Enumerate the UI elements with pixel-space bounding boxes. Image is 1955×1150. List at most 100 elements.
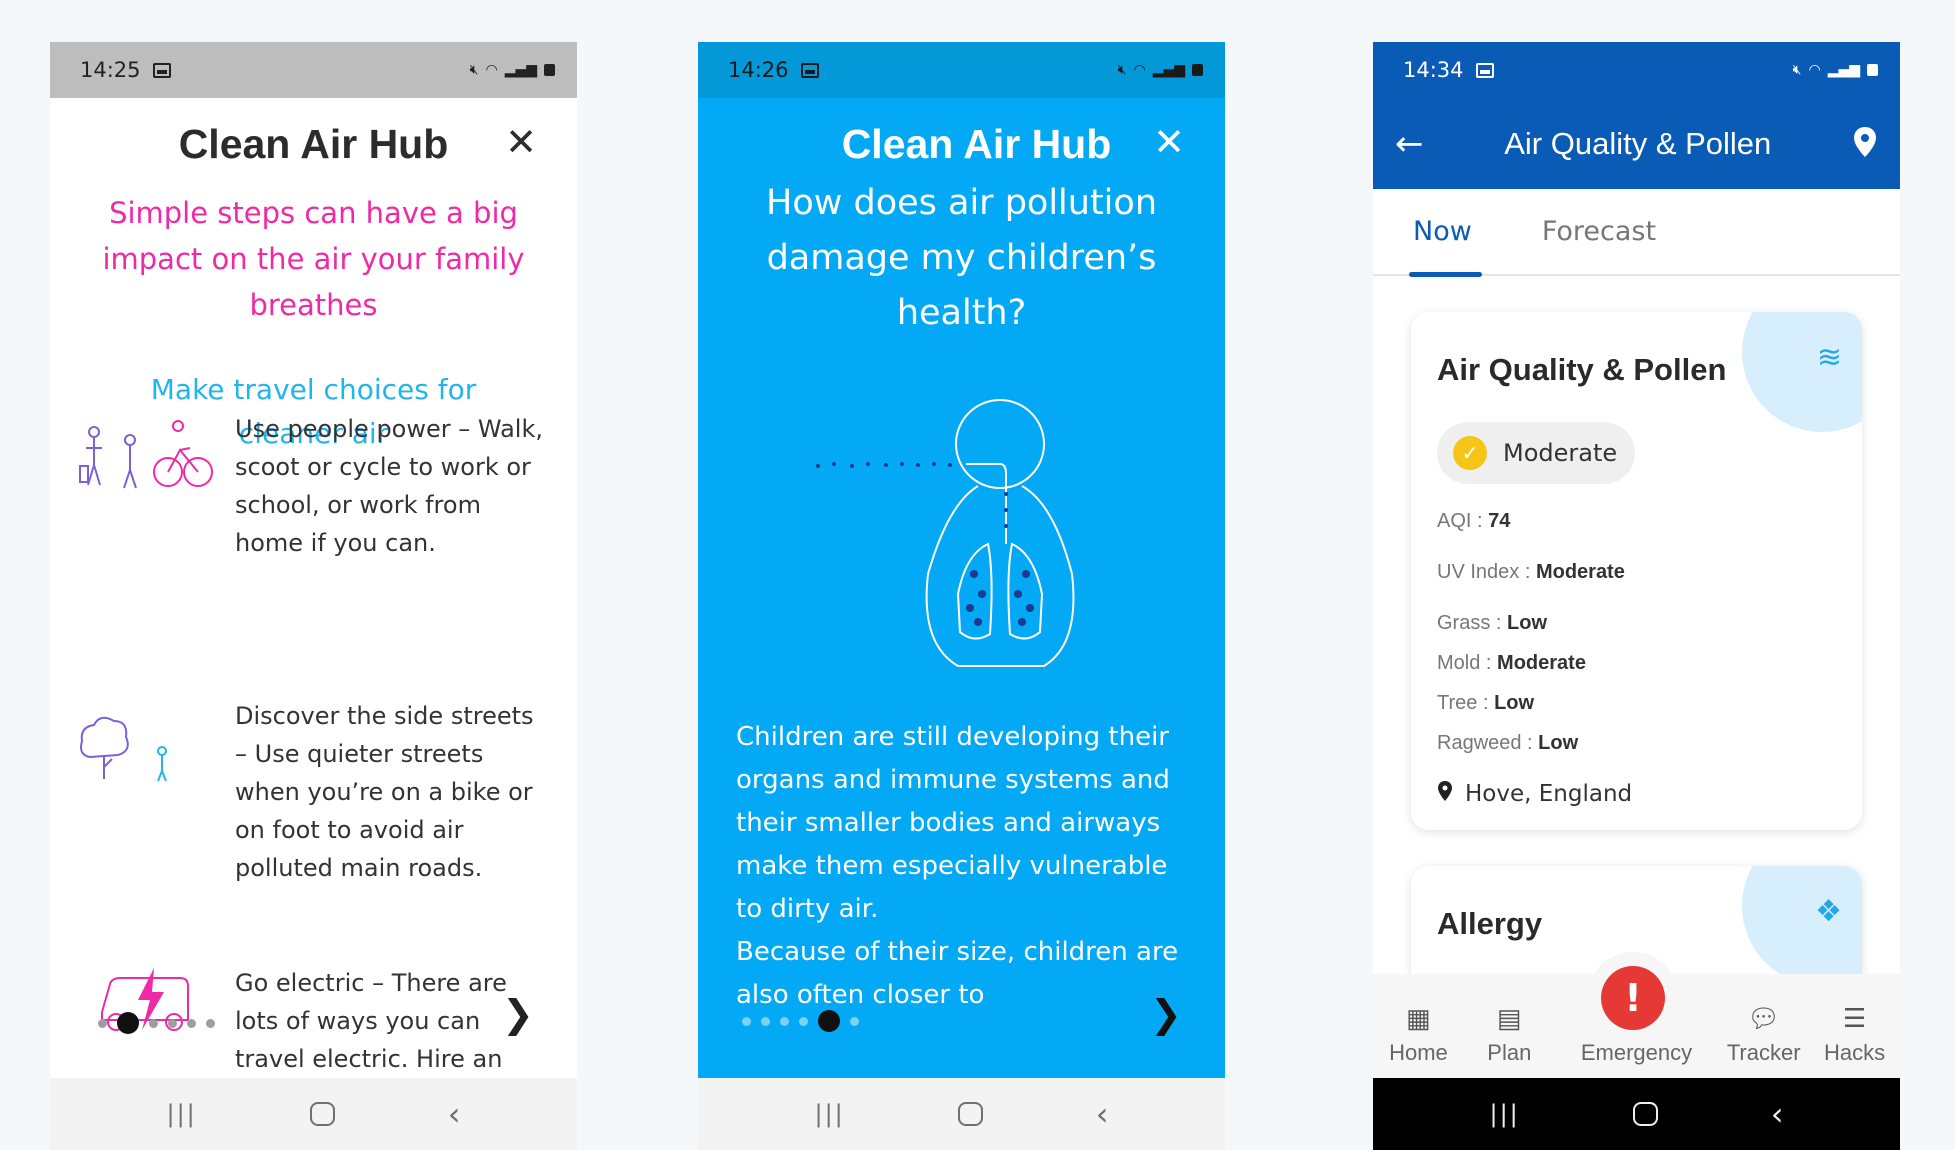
carousel-dot[interactable]: [206, 1018, 215, 1028]
carousel-dot[interactable]: [168, 1018, 177, 1028]
gallery-notification-icon: [800, 62, 819, 78]
clipboard-icon: ▤: [1497, 1003, 1522, 1033]
android-nav-bar: ||| ‹: [50, 1078, 577, 1150]
nav-label: Plan: [1487, 1040, 1532, 1065]
tree-value: Low: [1494, 692, 1535, 714]
ragweed-row: Ragweed : Low: [1437, 732, 1578, 755]
back-chevron-icon[interactable]: ‹: [1096, 1095, 1109, 1133]
carousel-dots: [98, 1012, 215, 1034]
headline: Simple steps can have a big impact on th…: [102, 196, 525, 322]
ragweed-value: Low: [1538, 732, 1579, 754]
close-icon[interactable]: ✕: [1153, 120, 1185, 164]
body-text: Children are still developing their orga…: [736, 716, 1185, 1017]
wind-particles-icon: ≋: [1816, 340, 1842, 375]
android-nav-bar: ||| ‹: [1373, 1078, 1900, 1150]
home-grid-icon: ▦: [1406, 1003, 1431, 1033]
carousel-dot[interactable]: [742, 1016, 751, 1026]
carousel-dot[interactable]: [780, 1016, 789, 1026]
gallery-notification-icon: [152, 62, 171, 78]
nav-item-tracker[interactable]: 💬︎ Tracker: [1718, 974, 1809, 1078]
phone-screen-air-quality: 14:34 🔇︎ ◠ ▂▄▆ ← Air Quality & Pollen No…: [1373, 42, 1900, 1150]
gallery-notification-icon: [1475, 62, 1494, 78]
nav-label: Home: [1389, 1040, 1448, 1065]
card-corner-decoration: [1742, 866, 1862, 986]
tip-item: Discover the side streets – Use quieter …: [50, 697, 577, 887]
home-button-icon[interactable]: [1632, 1102, 1658, 1126]
carousel-dot[interactable]: [187, 1018, 196, 1028]
wifi-icon: ◠: [1808, 62, 1821, 78]
aqi-label: AQI :: [1437, 510, 1489, 532]
recents-icon[interactable]: |||: [814, 1100, 844, 1128]
wifi-icon: ◠: [485, 62, 498, 78]
battery-icon: [1867, 64, 1878, 76]
home-button-icon[interactable]: [957, 1102, 983, 1126]
phone-screen-clean-air-hub-tips: 14:25 🔇︎ ◠ ▂▄▆ Clean Air Hub ✕ Simple st…: [50, 42, 577, 1150]
emergency-alert-button[interactable]: !: [1601, 966, 1665, 1030]
tab-forecast[interactable]: Forecast: [1542, 188, 1656, 275]
tip-item: Use people power – Walk, scoot or cycle …: [50, 410, 577, 562]
mute-icon: 🔇︎: [469, 62, 479, 78]
carousel-dot[interactable]: [850, 1016, 859, 1026]
status-time: 14:25: [80, 58, 141, 82]
question-heading: How does air pollution damage my childre…: [766, 183, 1157, 333]
tree-row: Tree : Low: [1437, 692, 1534, 715]
status-bar: 14:25 🔇︎ ◠ ▂▄▆: [50, 42, 577, 98]
location-row: Hove, England: [1437, 780, 1632, 808]
battery-icon: [1192, 64, 1203, 76]
carousel-dot[interactable]: [149, 1018, 158, 1028]
hub-header: Clean Air Hub ✕: [50, 98, 577, 190]
page-title: Clean Air Hub: [178, 120, 449, 167]
signal-icon: ▂▄▆: [1152, 62, 1185, 78]
status-badge-label: Moderate: [1503, 439, 1618, 467]
location-pin-icon[interactable]: [1852, 126, 1878, 162]
next-arrow-icon[interactable]: ❯: [502, 992, 534, 1036]
next-arrow-icon[interactable]: ❯: [1150, 992, 1182, 1036]
carousel-dot[interactable]: [799, 1016, 808, 1026]
back-chevron-icon[interactable]: ‹: [448, 1095, 461, 1133]
carousel-dot[interactable]: [98, 1018, 107, 1028]
tree-label: Tree :: [1437, 692, 1495, 714]
uv-label: UV Index :: [1437, 561, 1536, 583]
nav-item-plan[interactable]: ▤ Plan: [1464, 974, 1555, 1078]
location-pin-icon: [1437, 780, 1453, 808]
tip-text: Discover the side streets – Use quieter …: [235, 702, 534, 882]
android-nav-bar: ||| ‹: [698, 1078, 1225, 1150]
tip-text: Use people power – Walk, scoot or cycle …: [235, 415, 543, 557]
app-header: ← Air Quality & Pollen: [1373, 98, 1900, 189]
back-chevron-icon[interactable]: ‹: [1771, 1095, 1784, 1133]
mold-label: Mold :: [1437, 652, 1498, 674]
carousel-dot[interactable]: [761, 1016, 770, 1026]
mute-icon: 🔇︎: [1792, 62, 1802, 78]
check-icon: ✓: [1453, 436, 1487, 470]
nav-label: Tracker: [1726, 1040, 1801, 1065]
back-arrow-icon[interactable]: ←: [1395, 124, 1424, 164]
body-paragraph: Children are still developing their orga…: [736, 722, 1170, 924]
page-title: Clean Air Hub: [841, 120, 1112, 167]
air-quality-card[interactable]: ≋ Air Quality & Pollen ✓ Moderate AQI : …: [1411, 312, 1862, 830]
recents-icon[interactable]: |||: [166, 1100, 196, 1128]
mold-row: Mold : Moderate: [1437, 652, 1586, 675]
status-time: 14:34: [1403, 58, 1464, 82]
carousel-dots: [742, 1010, 859, 1032]
status-badge: ✓ Moderate: [1437, 422, 1636, 484]
wifi-icon: ◠: [1133, 62, 1146, 78]
battery-icon: [544, 64, 555, 76]
nav-item-hacks[interactable]: ☰ Hacks: [1809, 974, 1900, 1078]
recents-icon[interactable]: |||: [1489, 1100, 1519, 1128]
chat-icon: 💬︎: [1747, 1003, 1781, 1033]
nav-item-home[interactable]: ▦ Home: [1373, 974, 1464, 1078]
lungs-illustration: [798, 394, 1138, 688]
close-icon[interactable]: ✕: [505, 120, 537, 164]
home-button-icon[interactable]: [309, 1102, 335, 1126]
signal-icon: ▂▄▆: [504, 62, 537, 78]
trees-walking-icon: [50, 697, 235, 887]
nav-label: Hacks: [1823, 1040, 1886, 1065]
allergy-icon: ❖: [1815, 894, 1842, 929]
ragweed-label: Ragweed :: [1437, 732, 1539, 754]
carousel-dot-active[interactable]: [818, 1010, 840, 1032]
tab-now[interactable]: Now: [1409, 188, 1482, 277]
uv-row: UV Index : Moderate: [1437, 561, 1625, 584]
carousel-dot-active[interactable]: [117, 1012, 139, 1034]
mute-icon: 🔇︎: [1117, 62, 1127, 78]
card-title: Air Quality & Pollen: [1437, 352, 1727, 387]
